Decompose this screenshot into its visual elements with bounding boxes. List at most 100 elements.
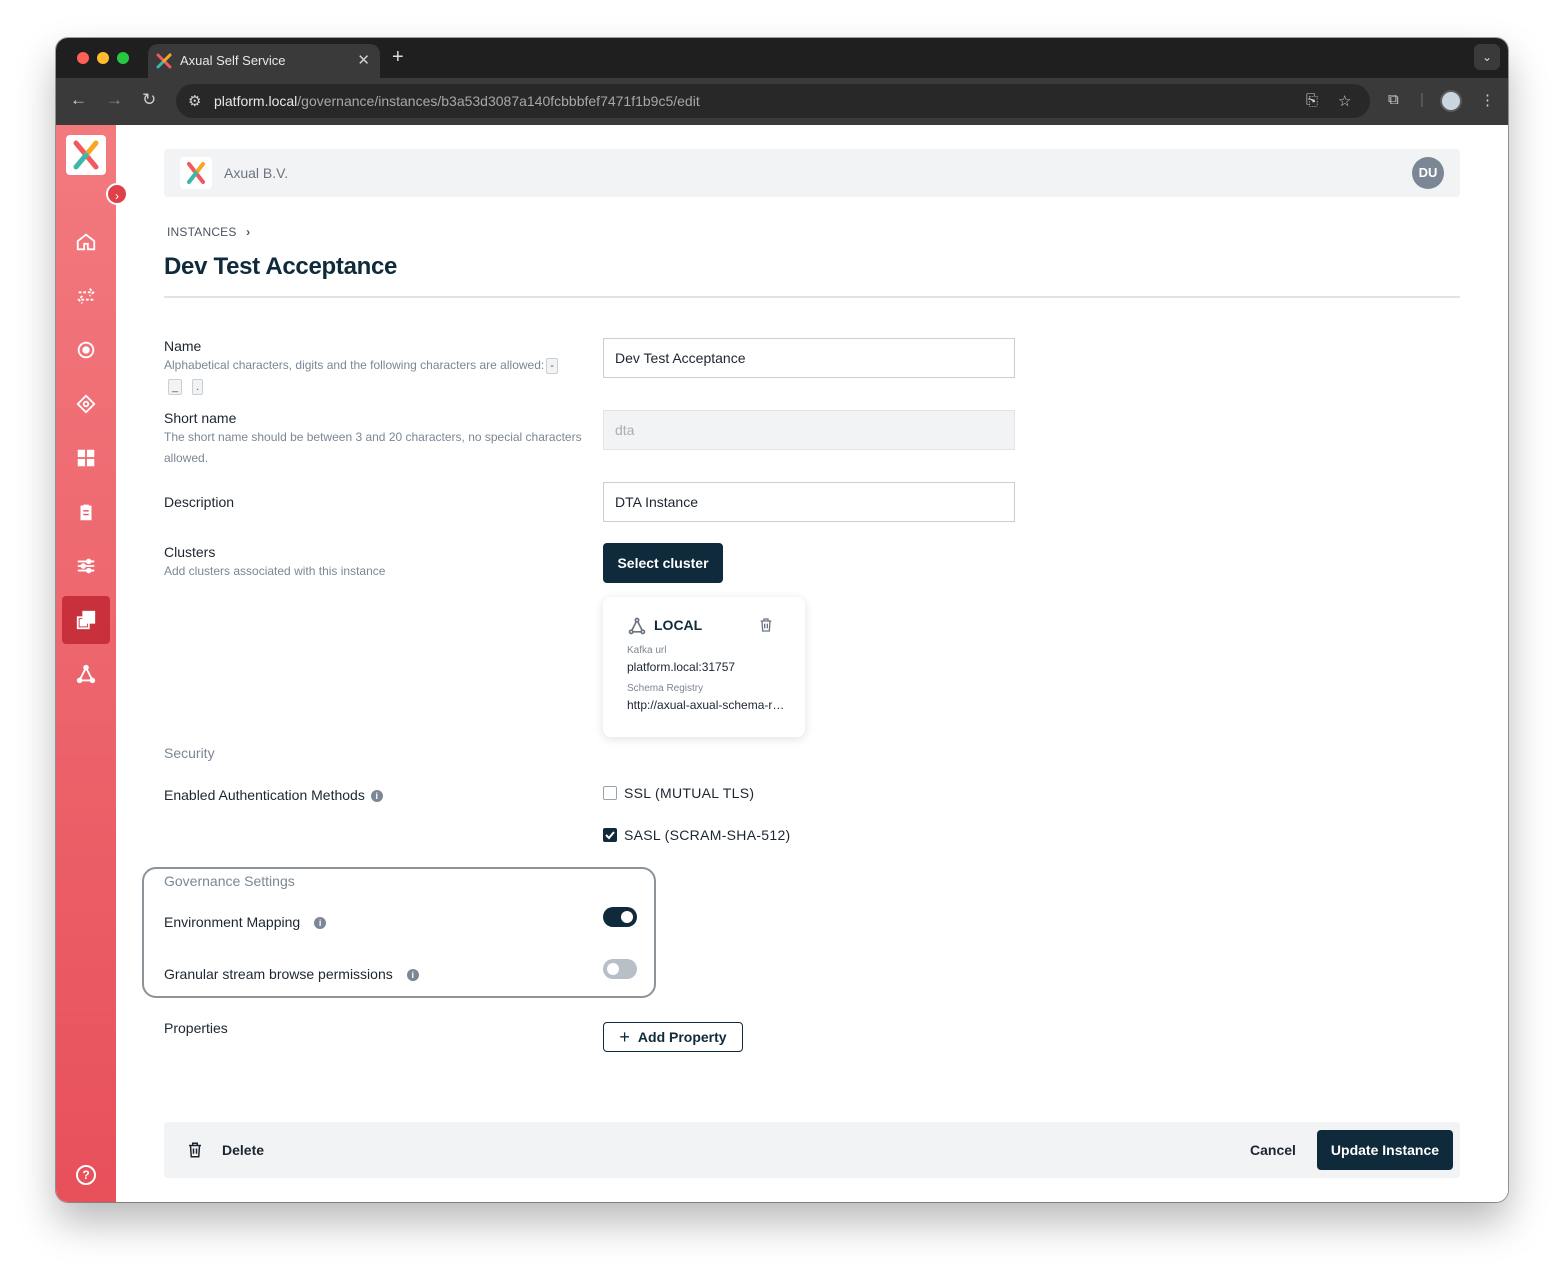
sidebar-item-home[interactable] xyxy=(62,218,110,266)
instances-icon xyxy=(76,610,96,630)
allowed-char-underscore: _ xyxy=(168,379,183,395)
toggle-knob xyxy=(621,911,633,923)
help-button[interactable]: ? xyxy=(62,1151,110,1199)
checkmark-icon xyxy=(605,831,615,840)
browser-tab-bar: Axual Self Service ✕ + ⌄ xyxy=(56,38,1508,78)
allowed-char-dot: . xyxy=(192,379,204,395)
url-text: platform.local/governance/instances/b3a5… xyxy=(214,93,700,109)
breadcrumb: INSTANCES › xyxy=(167,225,250,239)
delete-cluster-icon[interactable] xyxy=(758,617,774,633)
close-window-button[interactable] xyxy=(77,52,89,64)
sidebar-item-settings[interactable] xyxy=(62,542,110,590)
form-footer: Delete Cancel Update Instance xyxy=(164,1122,1460,1178)
schema-registry-label: Schema Registry xyxy=(627,683,704,694)
environment-mapping-toggle[interactable] xyxy=(603,907,637,927)
install-app-icon[interactable]: ⎘ xyxy=(1306,92,1318,109)
site-settings-icon[interactable]: ⚙ xyxy=(188,92,201,110)
browser-tab[interactable]: Axual Self Service ✕ xyxy=(148,44,380,78)
sidebar-item-approvals[interactable] xyxy=(62,488,110,536)
grid-icon xyxy=(77,449,95,467)
governance-section-label: Governance Settings xyxy=(164,873,295,889)
sidebar-item-schemas[interactable] xyxy=(62,380,110,428)
cluster-card: LOCAL Kafka url platform.local:31757 Sch… xyxy=(603,597,805,737)
clipboard-icon xyxy=(80,504,92,521)
address-bar[interactable]: ⚙ platform.local/governance/instances/b3… xyxy=(176,84,1370,118)
profile-avatar[interactable] xyxy=(1440,90,1462,112)
sasl-label: SASL (SCRAM-SHA-512) xyxy=(624,827,791,843)
ssl-label: SSL (MUTUAL TLS) xyxy=(624,785,755,801)
info-icon[interactable]: i xyxy=(406,969,419,982)
tab-menu-button[interactable]: ⌄ xyxy=(1474,44,1500,70)
name-input[interactable]: Dev Test Acceptance xyxy=(603,338,1015,378)
org-logo xyxy=(180,157,212,189)
cluster-name: LOCAL xyxy=(654,617,703,633)
forward-icon[interactable]: → xyxy=(106,90,123,110)
properties-label: Properties xyxy=(164,1020,228,1036)
new-tab-button[interactable]: + xyxy=(392,46,404,69)
axual-logo-icon xyxy=(156,53,172,69)
allowed-char-dash: - xyxy=(546,358,558,374)
select-cluster-button[interactable]: Select cluster xyxy=(603,543,723,583)
help-icon: ? xyxy=(76,1165,96,1185)
auth-methods-label: Enabled Authentication Methods i xyxy=(164,787,383,803)
app-logo[interactable] xyxy=(66,135,106,175)
maximize-window-button[interactable] xyxy=(117,52,129,64)
short-name-label: Short name xyxy=(164,410,237,426)
info-icon[interactable]: i xyxy=(314,917,327,930)
sidebar-item-applications[interactable] xyxy=(62,434,110,482)
extensions-icon[interactable]: ⧉ xyxy=(1388,91,1399,108)
back-icon[interactable]: ← xyxy=(70,90,87,110)
kafka-url-label: Kafka url xyxy=(627,645,667,656)
toolbar-divider: | xyxy=(1420,91,1424,108)
transfer-icon xyxy=(77,288,95,304)
bookmark-star-icon[interactable]: ☆ xyxy=(1338,92,1351,110)
delete-label: Delete xyxy=(222,1142,265,1158)
browser-toolbar: ← → ↻ ⚙ platform.local/governance/instan… xyxy=(56,78,1508,125)
name-label: Name xyxy=(164,338,202,354)
plus-icon: + xyxy=(619,1026,630,1047)
minimize-window-button[interactable] xyxy=(97,52,109,64)
page-title: Dev Test Acceptance xyxy=(164,253,398,280)
axual-logo-icon xyxy=(187,162,205,184)
sidebar-item-clusters[interactable] xyxy=(62,650,110,698)
breadcrumb-separator-icon: › xyxy=(246,225,251,239)
title-divider xyxy=(164,296,1460,298)
user-avatar[interactable]: DU xyxy=(1412,157,1444,189)
delete-button[interactable]: Delete xyxy=(186,1141,264,1159)
environment-mapping-label: Environment Mapping i xyxy=(164,914,327,930)
granular-permissions-toggle[interactable] xyxy=(603,959,637,979)
breadcrumb-instances-link[interactable]: INSTANCES xyxy=(167,225,237,239)
short-name-input: dta xyxy=(603,410,1015,450)
browser-window: Axual Self Service ✕ + ⌄ ← → ↻ ⚙ platfor… xyxy=(56,38,1508,1202)
sliders-icon xyxy=(77,558,95,574)
sidebar-item-transfers[interactable] xyxy=(62,272,110,320)
target-icon xyxy=(77,341,95,359)
name-help: Alphabetical characters, digits and the … xyxy=(164,355,584,397)
granular-permissions-label: Granular stream browse permissions i xyxy=(164,966,419,982)
sidebar-item-streams[interactable] xyxy=(62,326,110,374)
axual-logo-icon xyxy=(73,140,99,170)
tab-close-icon[interactable]: ✕ xyxy=(357,51,370,69)
diamond-icon xyxy=(76,394,96,414)
description-input[interactable]: DTA Instance xyxy=(603,482,1015,522)
cluster-icon xyxy=(628,617,646,635)
main-content: Axual B.V. DU INSTANCES › Dev Test Accep… xyxy=(142,125,1460,1202)
browser-menu-icon[interactable]: ⋮ xyxy=(1480,91,1495,109)
sidebar-item-instances[interactable] xyxy=(62,596,110,644)
update-instance-button[interactable]: Update Instance xyxy=(1317,1130,1453,1170)
info-icon[interactable]: i xyxy=(370,790,383,803)
clusters-help: Add clusters associated with this instan… xyxy=(164,564,386,578)
cluster-icon xyxy=(76,664,96,684)
clusters-label: Clusters xyxy=(164,544,216,560)
sasl-checkbox[interactable] xyxy=(603,828,617,842)
cancel-button[interactable]: Cancel xyxy=(1250,1142,1296,1158)
security-section-label: Security xyxy=(164,745,215,761)
add-property-button[interactable]: + Add Property xyxy=(603,1022,743,1052)
trash-icon xyxy=(189,1142,201,1158)
app: › ? Axual B.V. DU INSTANCES › Dev Test A… xyxy=(56,125,1508,1202)
reload-icon[interactable]: ↻ xyxy=(142,90,156,110)
kafka-url-value: platform.local:31757 xyxy=(627,660,736,674)
sidebar-toggle-button[interactable]: › xyxy=(106,183,128,205)
home-icon xyxy=(76,233,96,251)
ssl-checkbox[interactable] xyxy=(603,786,617,800)
